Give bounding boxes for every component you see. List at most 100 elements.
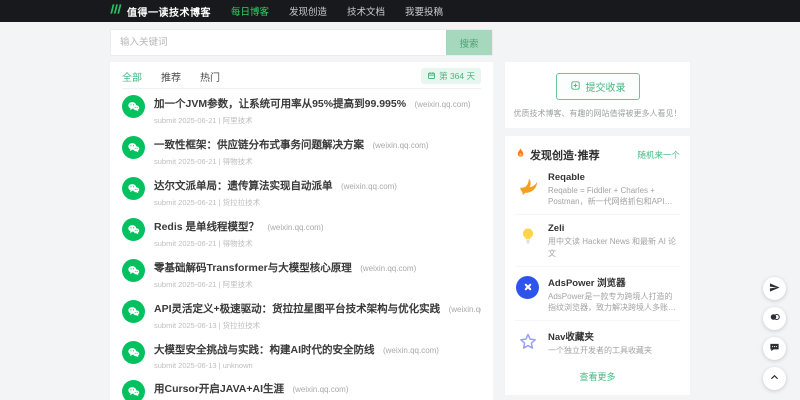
- article-title-link[interactable]: 一致性框架：供应链分布式事务问题解决方案: [154, 139, 364, 151]
- article-title-link[interactable]: 大模型安全挑战与实践：构建AI时代的安全防线: [154, 344, 375, 356]
- article-source: (weixin.qq.com): [360, 263, 417, 273]
- tab-hot[interactable]: 热门: [200, 69, 220, 84]
- discover-refresh-link[interactable]: 随机来一个: [637, 149, 680, 161]
- discover-item-nav-favorites[interactable]: Nav收藏夹 一个独立开发者的工具收藏夹: [515, 320, 680, 363]
- article-title-link[interactable]: 用Cursor开启JAVA+AI生涯: [154, 383, 284, 395]
- discover-item-name: AdsPower 浏览器: [548, 277, 626, 289]
- chevron-up-icon: [769, 370, 780, 388]
- star-outline-icon: [515, 329, 540, 354]
- wechat-icon: [122, 94, 145, 118]
- article-row: 零基础解码Transformer与大模型核心原理 (weixin.qq.com)…: [122, 253, 481, 294]
- wechat-icon: [122, 379, 145, 400]
- article-row: Redis 是单线程模型？ (weixin.qq.com) submit 202…: [122, 212, 481, 253]
- wechat-icon: [122, 176, 145, 200]
- navbar: 值得一读技术博客 每日博客 发现创造 技术文档 我要投稿: [0, 0, 800, 22]
- discover-item-reqable[interactable]: Reqable Reqable = Fiddler + Charles + Po…: [515, 164, 680, 214]
- submit-card: 提交收录 优质技术博客、有趣的网站值得被更多人看见！: [505, 62, 690, 128]
- article-body: 加一个JVM参数，让系统可用率从95%提高到99.995% (weixin.qq…: [154, 94, 471, 126]
- article-body: Redis 是单线程模型？ (weixin.qq.com) submit 202…: [154, 217, 323, 249]
- nav-item-daily-blog[interactable]: 每日博客: [231, 4, 269, 18]
- article-source: (weixin.qq.com): [382, 345, 439, 355]
- discover-item-desc: AdsPower是一款专为跨境人打造的指纹浏览器，致力解决跨境人多账号登录问题，…: [548, 291, 676, 312]
- tab-all[interactable]: 全部: [122, 69, 142, 84]
- article-meta: submit 2025-06-21 | 阿里技术: [154, 279, 253, 289]
- article-row: 大模型安全挑战与实践：构建AI时代的安全防线 (weixin.qq.com) s…: [122, 335, 481, 374]
- share-button[interactable]: [763, 277, 786, 300]
- discover-item-name: Reqable: [548, 172, 585, 183]
- article-list: 加一个JVM参数，让系统可用率从95%提高到99.995% (weixin.qq…: [122, 89, 481, 400]
- article-title-link[interactable]: API灵活定义+极速驱动：货拉拉星图平台技术架构与优化实践: [154, 303, 440, 315]
- sidebar: 提交收录 优质技术博客、有趣的网站值得被更多人看见！ 发现创造·推荐 随机来一个: [505, 62, 690, 400]
- discover-title: 发现创造·推荐: [530, 150, 600, 162]
- nav-item-submit[interactable]: 我要投稿: [405, 4, 443, 18]
- submit-note: 优质技术博客、有趣的网站值得被更多人看见！: [513, 109, 682, 118]
- comment-button[interactable]: [763, 337, 786, 360]
- article-column: 搜索 全部 推荐 热门 第 364 天: [110, 29, 493, 400]
- article-body: 达尔文派单局：遗传算法实现自动派单 (weixin.qq.com) submit…: [154, 176, 397, 208]
- search-input[interactable]: [111, 30, 446, 55]
- discover-item-body: Zeli 用中文读 Hacker News 和最新 AI 论文: [548, 223, 680, 258]
- article-row: 一致性框架：供应链分布式事务问题解决方案 (weixin.qq.com) sub…: [122, 130, 481, 171]
- article-title-link[interactable]: Redis 是单线程模型？: [154, 221, 259, 233]
- discover-card: 发现创造·推荐 随机来一个 Reqable Reqable = Fiddler …: [505, 136, 690, 396]
- tab-recommended[interactable]: 推荐: [161, 69, 181, 84]
- wechat-icon: [122, 299, 145, 323]
- article-title-link[interactable]: 零基础解码Transformer与大模型核心原理: [154, 262, 352, 274]
- article-body: 零基础解码Transformer与大模型核心原理 (weixin.qq.com)…: [154, 258, 416, 290]
- theme-toggle-button[interactable]: [763, 307, 786, 330]
- adspower-icon: [515, 275, 540, 300]
- flame-icon: [515, 146, 526, 164]
- discover-item-zeli[interactable]: Zeli 用中文读 Hacker News 和最新 AI 论文: [515, 214, 680, 265]
- article-meta: submit 2025-06-13 | 货拉拉技术: [154, 320, 261, 330]
- article-row: API灵活定义+极速驱动：货拉拉星图平台技术架构与优化实践 (weixin.qq…: [122, 294, 481, 335]
- submit-entry-button[interactable]: 提交收录: [555, 73, 640, 100]
- discover-item-body: Nav收藏夹 一个独立开发者的工具收藏夹: [548, 329, 652, 356]
- article-source: (weixin.qq.com): [267, 222, 324, 232]
- article-meta: submit 2025-06-21 | 得物技术: [154, 238, 253, 248]
- reqable-bird-icon: [515, 172, 540, 197]
- lightbulb-icon: [515, 223, 540, 248]
- discover-item-name: Zeli: [548, 223, 565, 235]
- tabs-row: 全部 推荐 热门 第 364 天: [122, 64, 481, 89]
- discover-header: 发现创造·推荐 随机来一个: [515, 146, 680, 164]
- search-button[interactable]: 搜索: [446, 30, 492, 55]
- floating-buttons: [763, 277, 786, 390]
- logo-icon: [108, 2, 122, 21]
- paper-plane-icon: [769, 280, 780, 298]
- comment-icon: [769, 340, 780, 358]
- article-row: 用Cursor开启JAVA+AI生涯 (weixin.qq.com) submi…: [122, 374, 481, 400]
- article-meta: submit 2025-06-21 | 货拉拉技术: [154, 197, 261, 207]
- main-content: 搜索 全部 推荐 热门 第 364 天: [0, 22, 800, 400]
- nav-item-discover[interactable]: 发现创造: [289, 4, 327, 18]
- brand-title: 值得一读技术博客: [127, 7, 211, 19]
- nav-item-docs[interactable]: 技术文档: [347, 4, 385, 18]
- discover-item-desc: 一个独立开发者的工具收藏夹: [548, 346, 652, 356]
- discover-item-adspower[interactable]: AdsPower 浏览器 AdsPower是一款专为跨境人打造的指纹浏览器，致力…: [515, 265, 680, 320]
- brand-link[interactable]: 值得一读技术博客: [108, 2, 211, 21]
- article-list-card: 全部 推荐 热门 第 364 天 加一个JVM参数，让系统可用率从95%提高到9…: [110, 62, 493, 400]
- discover-item-body: AdsPower 浏览器 AdsPower是一款专为跨境人打造的指纹浏览器，致力…: [548, 275, 680, 313]
- wechat-icon: [122, 258, 145, 282]
- article-source: (weixin.qq.com): [414, 99, 471, 109]
- article-source: (weixin.qq.com): [372, 140, 429, 150]
- day-badge: 第 364 天: [421, 68, 481, 84]
- article-body: API灵活定义+极速驱动：货拉拉星图平台技术架构与优化实践 (weixin.qq…: [154, 299, 481, 331]
- article-source: (weixin.qq.com): [340, 181, 397, 191]
- discover-item-desc: Reqable = Fiddler + Charles + Postman，新一…: [548, 186, 673, 207]
- theme-circles-icon: [769, 310, 781, 328]
- calendar-icon: [427, 71, 436, 82]
- article-title-link[interactable]: 达尔文派单局：遗传算法实现自动派单: [154, 180, 333, 192]
- article-body: 用Cursor开启JAVA+AI生涯 (weixin.qq.com) submi…: [154, 379, 348, 400]
- article-source: (weixin.qq.com): [292, 384, 349, 394]
- discover-item-name: Nav收藏夹: [548, 332, 594, 344]
- page: 值得一读技术博客 每日博客 发现创造 技术文档 我要投稿 搜索 全部 推荐 热门: [0, 0, 800, 400]
- article-source: (weixin.qq.com): [448, 304, 481, 314]
- discover-item-desc: 用中文读 Hacker News 和最新 AI 论文: [548, 237, 677, 258]
- submit-button-label: 提交收录: [585, 83, 626, 94]
- article-body: 一致性框架：供应链分布式事务问题解决方案 (weixin.qq.com) sub…: [154, 135, 428, 167]
- wechat-icon: [122, 340, 145, 364]
- article-meta: submit 2025-06-13 | unknown: [154, 360, 253, 370]
- article-title-link[interactable]: 加一个JVM参数，让系统可用率从95%提高到99.995%: [154, 98, 406, 110]
- back-to-top-button[interactable]: [763, 367, 786, 390]
- discover-more-link[interactable]: 查看更多: [515, 363, 680, 385]
